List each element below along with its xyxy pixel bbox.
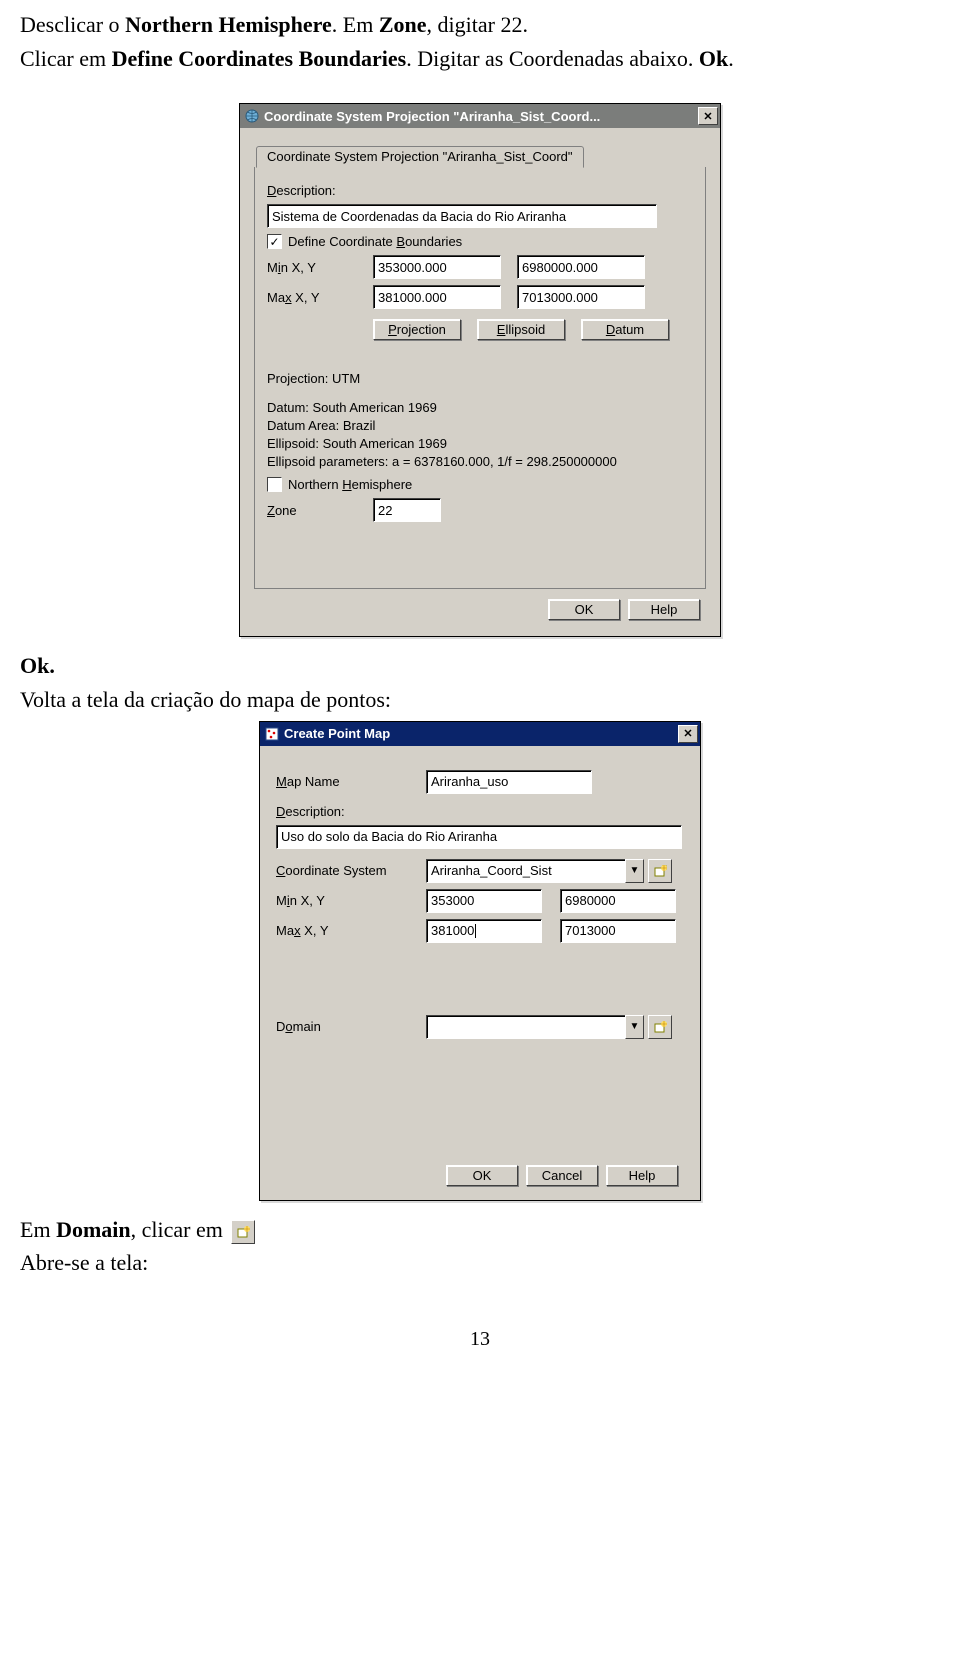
help-button[interactable]: Help (628, 599, 700, 620)
instruction-line-1: Desclicar o Northern Hemisphere. Em Zone… (20, 10, 940, 40)
globe-icon (244, 108, 260, 124)
coord-system-label: Coordinate System (276, 863, 426, 878)
chevron-down-icon[interactable]: ▼ (625, 1015, 644, 1039)
min-x-input[interactable]: 353000.000 (373, 255, 501, 279)
description-label: Description: (276, 804, 345, 819)
min-y-input[interactable]: 6980000 (560, 889, 676, 913)
tab-coord-system[interactable]: Coordinate System Projection "Ariranha_S… (256, 146, 584, 168)
ok-button[interactable]: OK (446, 1165, 518, 1186)
dialog-title: Create Point Map (284, 726, 676, 741)
max-y-input[interactable]: 7013000 (560, 919, 676, 943)
domain-value (426, 1015, 625, 1039)
define-bounds-checkbox[interactable]: ✓ (267, 234, 282, 249)
min-x-input[interactable]: 353000 (426, 889, 542, 913)
ellipsoid-params-info: Ellipsoid parameters: a = 6378160.000, 1… (267, 454, 693, 469)
close-icon[interactable]: ✕ (698, 107, 718, 125)
cancel-button[interactable]: Cancel (526, 1165, 598, 1186)
volta-text: Volta a tela da criação do mapa de ponto… (20, 685, 940, 715)
max-y-input[interactable]: 7013000.000 (517, 285, 645, 309)
zone-label: Zone (267, 503, 373, 518)
ok-text: Ok. (20, 651, 940, 681)
em-domain-line: Em Domain, clicar em (20, 1215, 940, 1245)
projection-button[interactable]: Projection (373, 319, 461, 340)
new-coord-system-button[interactable] (648, 859, 672, 883)
close-icon[interactable]: ✕ (678, 725, 698, 743)
page-number: 13 (20, 1328, 940, 1351)
northern-hemisphere-checkbox[interactable] (267, 477, 282, 492)
min-y-input[interactable]: 6980000.000 (517, 255, 645, 279)
coord-system-projection-dialog: Coordinate System Projection "Ariranha_S… (239, 103, 721, 637)
define-bounds-label: Define Coordinate Boundaries (288, 234, 462, 249)
ellipsoid-info: Ellipsoid: South American 1969 (267, 436, 693, 451)
zone-input[interactable]: 22 (373, 498, 441, 522)
point-map-icon (264, 726, 280, 742)
domain-label: Domain (276, 1019, 426, 1034)
min-xy-label: Min X, Y (276, 893, 426, 908)
description-label: Description: (267, 183, 369, 198)
description-input[interactable]: Uso do solo da Bacia do Rio Ariranha (276, 825, 682, 849)
max-x-input[interactable]: 381000 (426, 919, 542, 943)
help-button[interactable]: Help (606, 1165, 678, 1186)
titlebar[interactable]: Coordinate System Projection "Ariranha_S… (240, 104, 720, 128)
max-xy-label: Max X, Y (276, 923, 426, 938)
new-domain-button[interactable] (648, 1015, 672, 1039)
datum-button[interactable]: Datum (581, 319, 669, 340)
instruction-line-2: Clicar em Define Coordinates Boundaries.… (20, 44, 940, 74)
ellipsoid-button[interactable]: Ellipsoid (477, 319, 565, 340)
northern-hemisphere-label: Northern Hemisphere (288, 477, 412, 492)
ok-button[interactable]: OK (548, 599, 620, 620)
max-xy-label: Max X, Y (267, 290, 373, 305)
datum-area-info: Datum Area: Brazil (267, 418, 693, 433)
coord-system-value: Ariranha_Coord_Sist (426, 859, 625, 883)
create-point-map-dialog: Create Point Map ✕ Map Name Ariranha_uso… (259, 721, 701, 1201)
domain-dropdown[interactable]: ▼ (426, 1015, 644, 1039)
dialog-title: Coordinate System Projection "Ariranha_S… (264, 109, 696, 124)
datum-info: Datum: South American 1969 (267, 400, 693, 415)
map-name-input[interactable]: Ariranha_uso (426, 770, 592, 794)
description-input[interactable]: Sistema de Coordenadas da Bacia do Rio A… (267, 204, 657, 228)
map-name-label: Map Name (276, 774, 426, 789)
titlebar[interactable]: Create Point Map ✕ (260, 722, 700, 746)
projection-info: Projection: UTM (267, 371, 693, 386)
new-domain-inline-icon (231, 1220, 255, 1244)
max-x-input[interactable]: 381000.000 (373, 285, 501, 309)
min-xy-label: Min X, Y (267, 260, 373, 275)
coord-system-dropdown[interactable]: Ariranha_Coord_Sist ▼ (426, 859, 644, 883)
abre-tela-line: Abre-se a tela: (20, 1248, 940, 1278)
chevron-down-icon[interactable]: ▼ (625, 859, 644, 883)
